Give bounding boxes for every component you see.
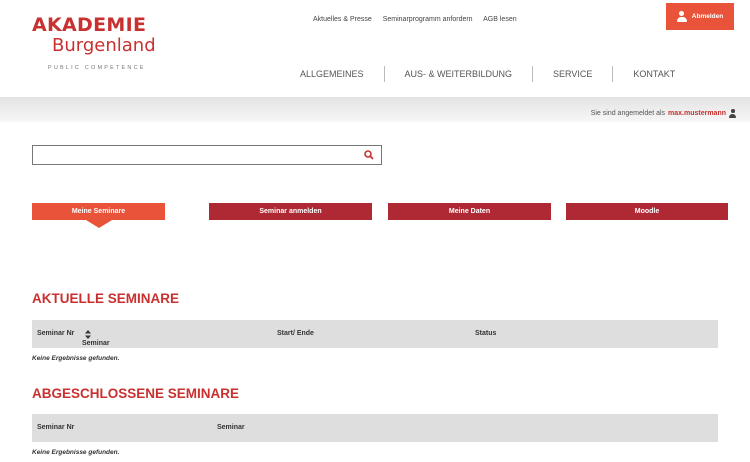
search-icon[interactable] [364,150,374,160]
col-seminar-nr[interactable]: Seminar Nr [37,424,74,431]
tab-meine-seminare[interactable]: Meine Seminare [32,203,165,228]
empty-message-completed: Keine Ergebnisse gefunden. [32,449,120,456]
col-seminar-nr[interactable]: Seminar Nr [37,330,74,337]
col-seminar-label: Seminar [82,340,110,347]
tab-meine-daten[interactable]: Meine Daten [388,203,551,220]
tab-seminar-anmelden[interactable]: Seminar anmelden [209,203,372,220]
main-nav: ALLGEMEINES AUS- & WEITERBILDUNG SERVICE… [280,66,695,82]
tab-moodle[interactable]: Moodle [566,203,728,220]
logo[interactable]: AKADEMIE Burgenland PUBLIC COMPETENCE [32,14,156,71]
user-icon [676,10,687,23]
col-seminar[interactable]: Seminar [217,424,245,431]
logo-line-2: Burgenland [52,35,156,56]
col-status[interactable]: Status [475,330,496,337]
col-start-ende[interactable]: Start/ Ende [277,330,314,337]
logo-tagline: PUBLIC COMPETENCE [48,65,146,71]
link-news[interactable]: Aktuelles & Presse [313,16,372,23]
section-title-current: AKTUELLE SEMINARE [32,291,180,306]
nav-allgemeines[interactable]: ALLGEMEINES [280,66,385,82]
user-icon [729,109,736,118]
table-header-current: Seminar Nr Seminar Start/ Ende Status [32,320,718,348]
login-status-prefix: Sie sind angemeldet als [590,110,666,117]
col-seminar-sortable[interactable]: Seminar [82,330,110,347]
section-title-completed: ABGESCHLOSSENE SEMINARE [32,386,240,401]
login-username[interactable]: max.mustermann [668,110,726,117]
login-status: Sie sind angemeldet als max.mustermann [591,109,736,118]
logout-button[interactable]: Abmelden [666,3,734,30]
nav-kontakt[interactable]: KONTAKT [613,66,695,82]
search-box [32,145,382,165]
empty-message-current: Keine Ergebnisse gefunden. [32,355,120,362]
nav-aus-weiterbildung[interactable]: AUS- & WEITERBILDUNG [385,66,534,82]
sort-icon [85,330,91,339]
table-header-completed: Seminar Nr Seminar [32,414,718,442]
link-request-program[interactable]: Seminarprogramm anfordern [383,16,473,23]
top-links: Aktuelles & Presse Seminarprogramm anfor… [313,16,526,23]
logout-label: Abmelden [691,13,724,20]
search-input[interactable] [33,147,353,165]
nav-service[interactable]: SERVICE [533,66,614,82]
logo-line-1: AKADEMIE [32,14,147,36]
link-agb[interactable]: AGB lesen [483,16,516,23]
